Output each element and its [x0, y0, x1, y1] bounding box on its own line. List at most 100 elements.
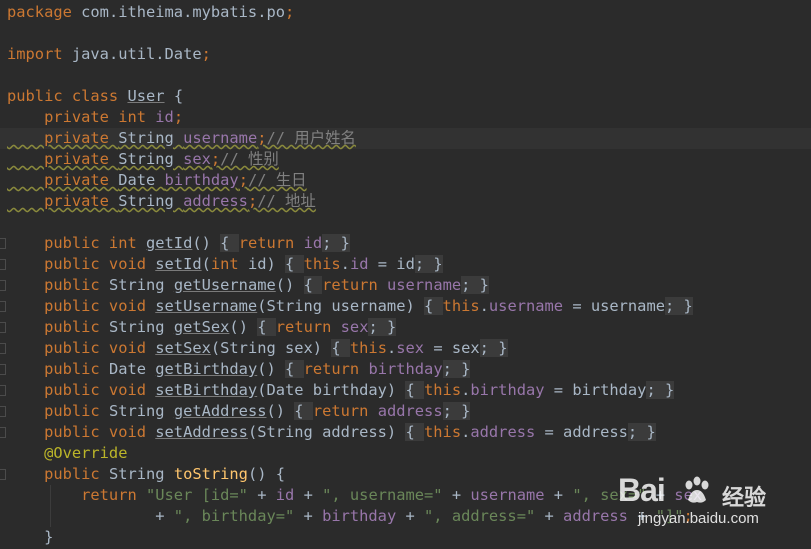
code-token: birthday [164, 171, 239, 189]
code-line[interactable] [0, 65, 811, 86]
fold-marker-icon[interactable] [0, 427, 6, 438]
code-token: { [405, 423, 425, 441]
code-line[interactable]: public int getId() { return id; } [0, 233, 811, 254]
code-text: public void setAddress(String address) {… [7, 422, 656, 443]
code-line[interactable]: public Date getBirthday() { return birth… [0, 359, 811, 380]
code-token: ; [238, 171, 248, 189]
code-token: return [238, 234, 304, 252]
code-line[interactable] [0, 23, 811, 44]
code-token: public class [7, 87, 128, 105]
fold-marker-icon[interactable] [0, 364, 6, 375]
code-token: birthday [322, 507, 397, 525]
code-token: } [683, 297, 693, 315]
code-token: + [627, 507, 656, 525]
code-line[interactable]: public class User { [0, 86, 811, 107]
code-line[interactable]: public String getSex() { return sex; } [0, 317, 811, 338]
code-token: String [108, 402, 174, 420]
code-text: public class User { [7, 86, 183, 107]
code-token: toString [173, 465, 248, 483]
code-token: ; [664, 297, 684, 315]
code-line[interactable]: public String toString() { [0, 464, 811, 485]
code-token: String [108, 318, 174, 336]
code-line[interactable]: public void setUsername(String username)… [0, 296, 811, 317]
code-text: public void setSex(String sex) { this.se… [7, 338, 508, 359]
fold-marker-icon[interactable] [0, 238, 6, 249]
code-line[interactable]: public void setSex(String sex) { this.se… [0, 338, 811, 359]
code-line[interactable] [0, 212, 811, 233]
code-line[interactable]: import java.util.Date; [0, 44, 811, 65]
code-line[interactable]: public String getAddress() { return addr… [0, 401, 811, 422]
fold-marker-icon[interactable] [0, 280, 6, 291]
fold-marker-icon[interactable] [0, 343, 6, 354]
code-line[interactable]: + ", birthday=" + birthday + ", address=… [0, 506, 811, 527]
code-line[interactable]: public String getUsername() { return use… [0, 275, 811, 296]
code-token: { [303, 276, 323, 294]
fold-marker-icon[interactable] [0, 406, 6, 417]
code-token: username [386, 276, 462, 294]
code-token: String [108, 465, 174, 483]
code-token: address [470, 423, 536, 441]
fold-marker-icon[interactable] [0, 469, 6, 480]
code-token: sex [674, 486, 703, 504]
fold-marker-icon[interactable] [0, 322, 6, 333]
code-token: } [7, 528, 54, 546]
code-token: public void [7, 423, 156, 441]
code-token: () [192, 234, 221, 252]
code-token: this [303, 255, 341, 273]
code-token: this [424, 381, 462, 399]
code-token: public [7, 402, 109, 420]
code-line[interactable]: @Override [0, 443, 811, 464]
code-token: . [461, 381, 471, 399]
fold-marker-icon[interactable] [0, 301, 6, 312]
code-token: } [665, 381, 675, 399]
code-token: . [386, 339, 397, 357]
code-line[interactable]: public void setAddress(String address) {… [0, 422, 811, 443]
code-line[interactable]: package com.itheima.mybatis.po; [0, 2, 811, 23]
code-editor[interactable]: package com.itheima.mybatis.po; import ja… [0, 0, 811, 549]
code-line[interactable]: } [0, 527, 811, 548]
code-token: getAddress [173, 402, 267, 420]
code-line[interactable]: private String username;// 用户姓名 [0, 128, 811, 149]
code-token: = id [368, 255, 415, 273]
code-token: import [7, 45, 72, 63]
code-token: . [340, 255, 350, 273]
code-token: . [479, 297, 489, 315]
code-line[interactable]: public void setBirthday(Date birthday) {… [0, 380, 811, 401]
fold-marker-icon[interactable] [0, 259, 6, 270]
code-line[interactable]: private int id; [0, 107, 811, 128]
code-text: @Override [7, 443, 127, 464]
code-token: (String username) [257, 297, 424, 315]
code-token: id [303, 234, 323, 252]
code-token: setSex [155, 339, 211, 357]
code-token: public [7, 360, 109, 378]
code-token: address [563, 507, 628, 525]
code-token: setBirthday [155, 381, 258, 399]
code-token: ; [257, 129, 267, 147]
code-line[interactable]: private String sex;// 性别 [0, 149, 811, 170]
code-token: id [275, 486, 295, 504]
code-token: } [340, 234, 350, 252]
code-line[interactable]: return "User [id=" + id + ", username=" … [0, 485, 811, 506]
fold-marker-icon[interactable] [0, 385, 6, 396]
code-token: ; [479, 339, 499, 357]
code-text: } [7, 527, 53, 548]
code-text: package com.itheima.mybatis.po; [7, 2, 294, 23]
code-token: public [7, 276, 109, 294]
code-line[interactable]: private Date birthday;// 生日 [0, 170, 811, 191]
code-token: { [285, 360, 304, 378]
code-line[interactable]: private String address;// 地址 [0, 191, 811, 212]
code-token: ", address=" [424, 507, 536, 525]
code-token: getUsername [173, 276, 276, 294]
code-line[interactable]: public void setId(int id) { this.id = id… [0, 254, 811, 275]
code-token: ; [442, 402, 462, 420]
code-token: Date [108, 360, 156, 378]
code-token: ; [442, 360, 462, 378]
code-text: private Date birthday;// 生日 [7, 170, 307, 191]
code-token: = birthday [544, 381, 647, 399]
code-text: private String username;// 用户姓名 [7, 128, 356, 149]
code-text: public String getSex() { return sex; } [7, 317, 397, 338]
code-token: this [349, 339, 387, 357]
code-token: // 生日 [247, 171, 307, 189]
code-token: } [461, 360, 471, 378]
code-token: = address [535, 423, 628, 441]
